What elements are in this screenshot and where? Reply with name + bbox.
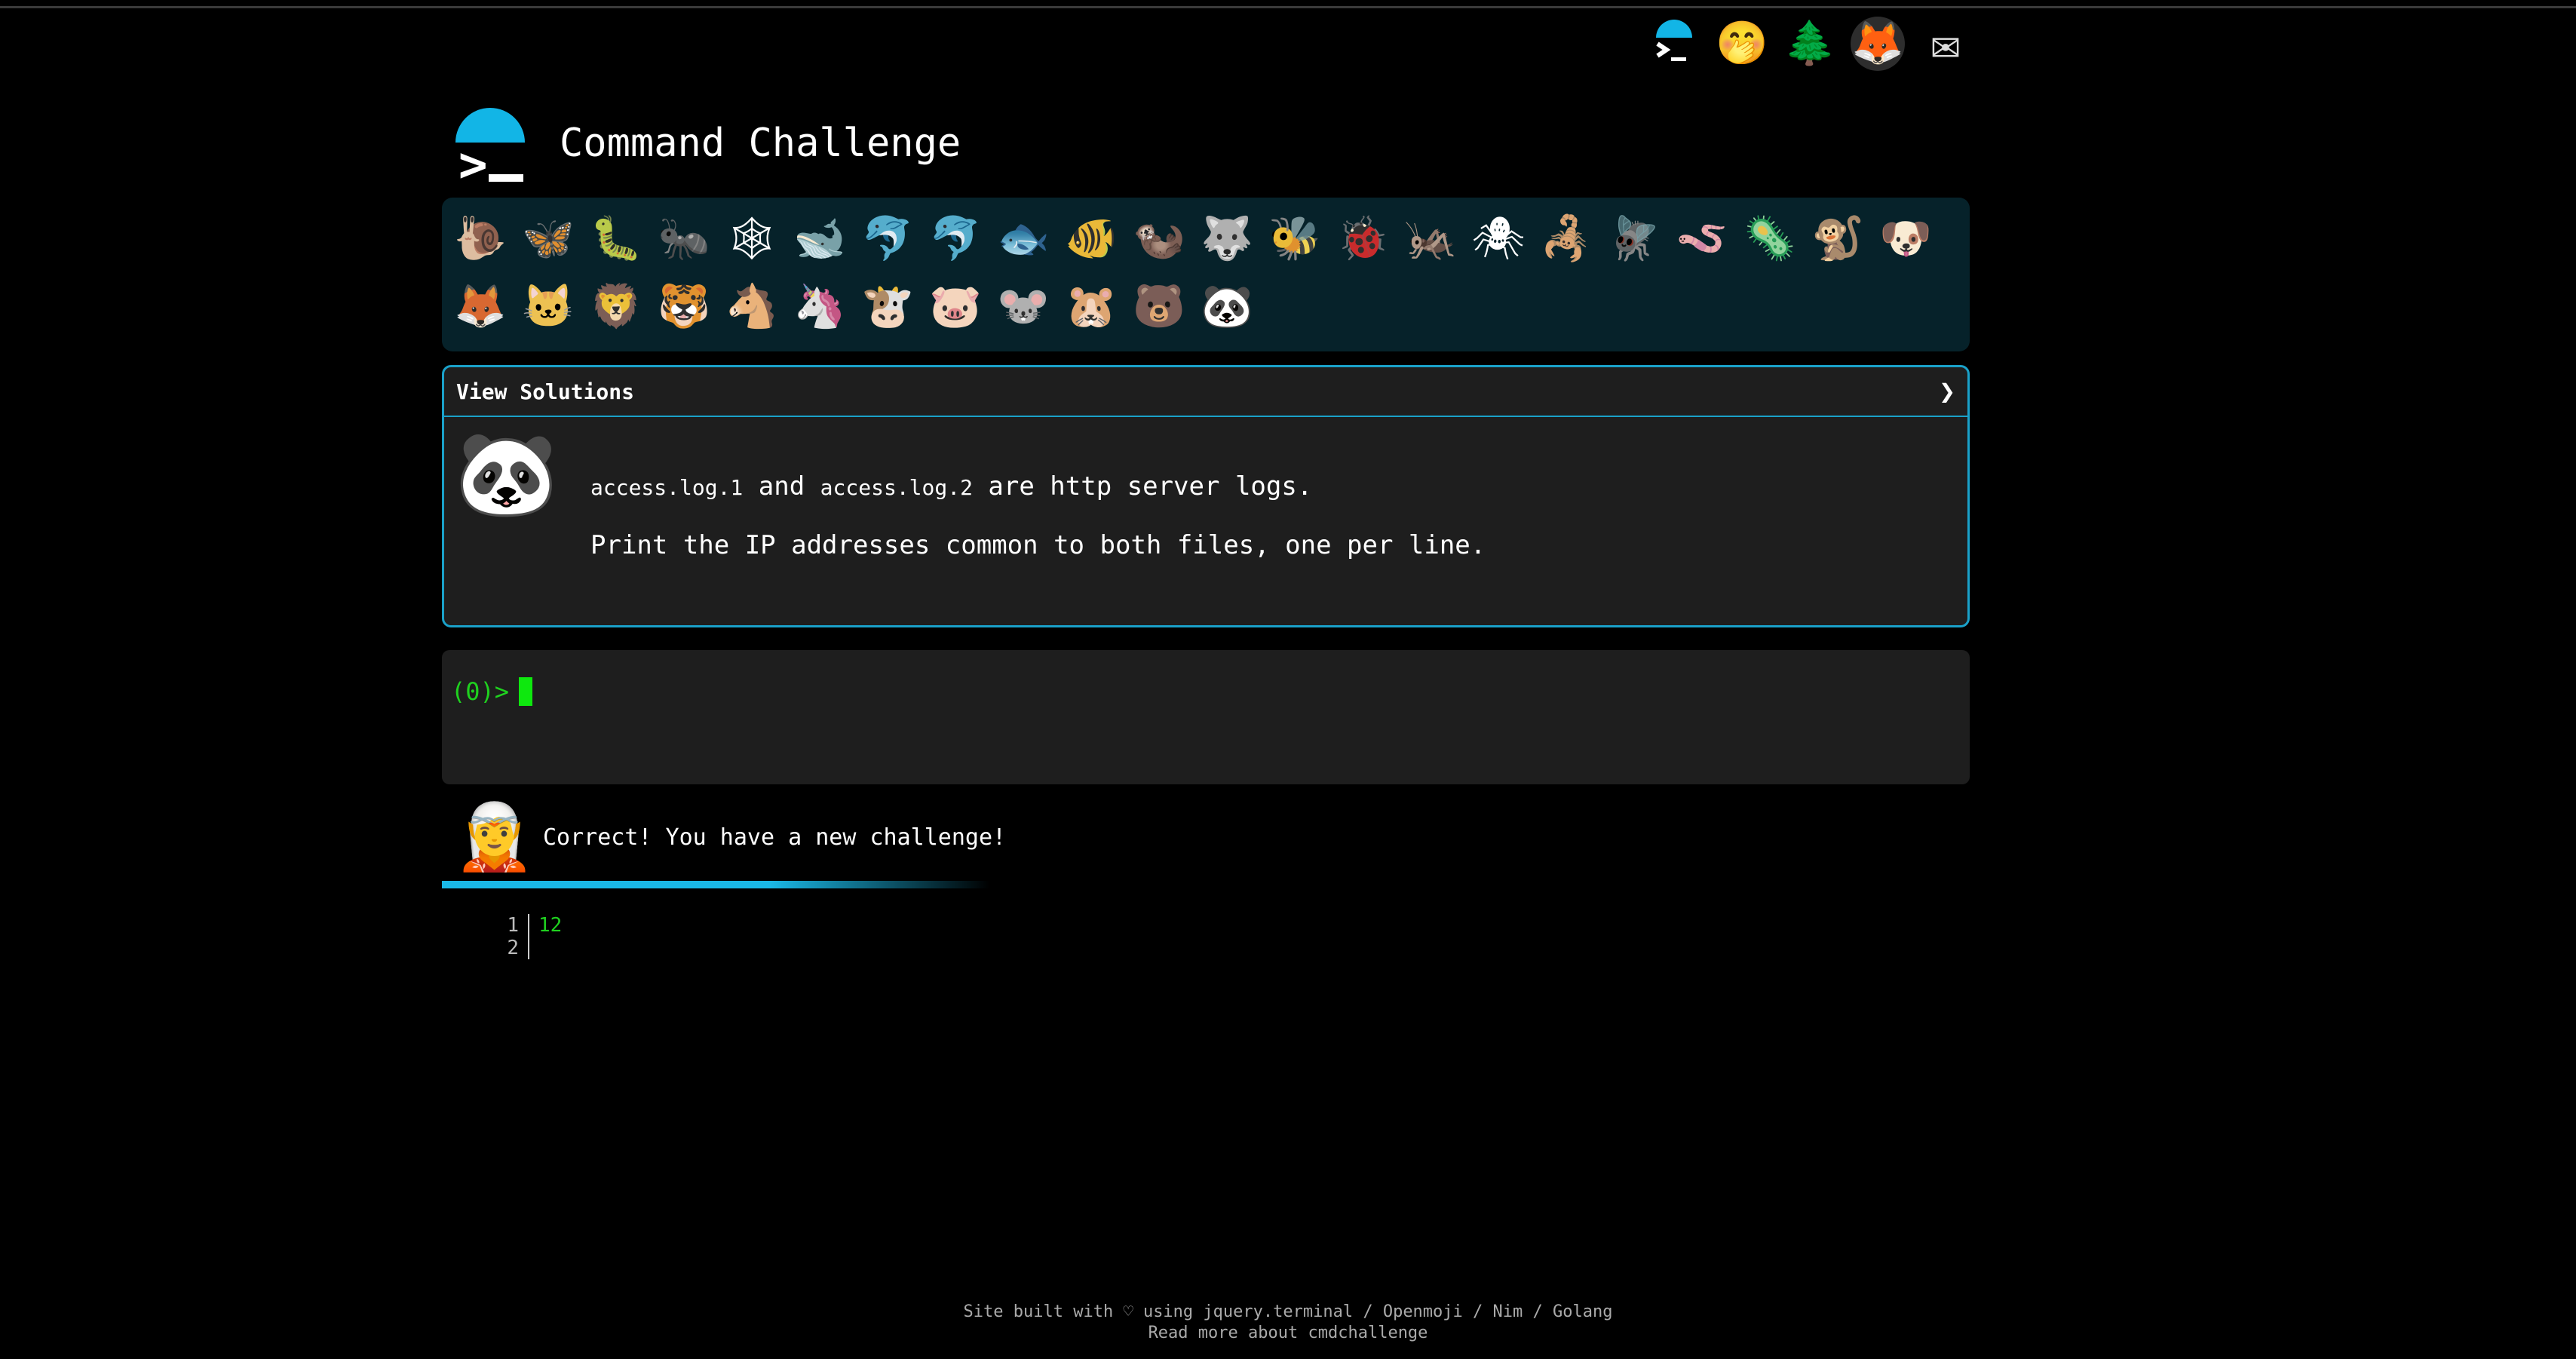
feedback-text: Correct! You have a new challenge!	[543, 824, 1007, 851]
conjunction-text: and	[743, 471, 820, 502]
challenge-animal-icon[interactable]: 🐒	[1810, 208, 1866, 270]
challenge-animal-icon[interactable]: 🪱	[1674, 208, 1730, 270]
challenge-animal-icon[interactable]: 🐌	[452, 208, 508, 270]
output-panel: 1 12 2	[442, 914, 1970, 967]
challenge-animal-icon[interactable]: 🐺	[1199, 208, 1255, 270]
challenge-animal-icon[interactable]: 🦊	[452, 276, 508, 338]
main-container: > Command Challenge 🐌 🦋 🐛 🐜 🕸 🐋 🐬 🐬 🐟 🐠 🦦 🐺 🐝 🐞 🦗 🕷 🦂 🪰 🪱 🦠…	[442, 90, 1970, 967]
shushing-face-icon[interactable]: 🤭	[1715, 17, 1769, 71]
challenge-animal-grid: 🐌 🦋 🐛 🐜 🕸 🐋 🐬 🐬 🐟 🐠 🦦 🐺 🐝 🐞 🦗 🕷 🦂 🪰 🪱 🦠 🐒 🐶 🦊 🐱 🦁 🐯 🐴 🦄 🐮 🐷 🐭 🐹 🐻 🐼	[442, 198, 1970, 351]
challenge-animal-icon[interactable]: 🐝	[1267, 208, 1323, 270]
challenge-animal-icon[interactable]: 🐯	[656, 276, 712, 338]
top-nav: 🤭 🌲 🦊 ✉	[1647, 14, 1973, 74]
terminal-prompt: (0)>	[451, 677, 510, 706]
challenge-line-1: access.log.1 and access.log.2 are http s…	[590, 471, 1486, 502]
challenge-animal-icon[interactable]: 🦦	[1131, 208, 1187, 270]
footer-about-link[interactable]: Read more about cmdchallenge	[0, 1323, 2576, 1344]
challenge-line-1-tail: are http server logs.	[972, 471, 1313, 502]
chevron-right-icon[interactable]: ❯	[1939, 376, 1955, 407]
challenge-description: access.log.1 and access.log.2 are http s…	[590, 432, 1486, 560]
footer: Site built with ♡ using jquery.terminal …	[0, 1302, 2576, 1344]
line-number: 1	[442, 914, 529, 937]
challenge-animal-icon[interactable]: 🦂	[1538, 208, 1594, 270]
challenge-animal-icon[interactable]: 🐹	[1063, 276, 1119, 338]
challenge-animal-icon[interactable]: 🐷	[928, 276, 983, 338]
output-line: 1 12	[442, 914, 1970, 937]
line-number: 2	[442, 937, 529, 959]
cmd-logo-icon[interactable]	[1647, 17, 1701, 71]
challenge-animal-icon[interactable]: 🐬	[928, 208, 983, 270]
page-title: Command Challenge	[560, 121, 961, 166]
challenge-animal-icon[interactable]: 🐱	[520, 276, 576, 338]
challenge-animal-icon[interactable]: 🐼	[1199, 276, 1255, 338]
header: > Command Challenge	[442, 90, 1970, 196]
challenge-animal-icon[interactable]: 🐻	[1131, 276, 1187, 338]
challenge-animal-icon[interactable]: 🦋	[520, 208, 576, 270]
gitlab-icon[interactable]: 🦊	[1851, 17, 1905, 71]
challenge-animal-icon[interactable]: 🐞	[1335, 208, 1391, 270]
challenge-animal-icon[interactable]: 🐭	[995, 276, 1051, 338]
challenge-animal-icon[interactable]: 🦄	[792, 276, 848, 338]
output-line: 2	[442, 937, 1970, 959]
file-name-2: access.log.2	[820, 475, 973, 500]
challenge-panel: View Solutions ❯ 🐼 access.log.1 and acce…	[442, 365, 1970, 627]
challenge-animal-icon[interactable]: 🐜	[656, 208, 712, 270]
view-solutions-header[interactable]: View Solutions ❯	[444, 367, 1967, 417]
challenge-animal-icon[interactable]: 🕷	[1470, 208, 1526, 270]
challenge-animal-icon[interactable]: 🐠	[1063, 208, 1119, 270]
cmd-challenge-logo-icon[interactable]: >	[455, 102, 528, 189]
challenge-animal-icon[interactable]: 🦠	[1742, 208, 1798, 270]
progress-bar	[442, 881, 1354, 888]
challenge-animal-icon[interactable]: 🐶	[1878, 208, 1934, 270]
challenge-animal-icon[interactable]: 🪰	[1606, 208, 1662, 270]
challenge-animal-icon[interactable]: 🐴	[724, 276, 780, 338]
challenge-animal-icon[interactable]: 🐬	[860, 208, 915, 270]
challenge-animal-icon[interactable]: 🐟	[995, 208, 1051, 270]
terminal-cursor	[519, 677, 532, 706]
file-name-1: access.log.1	[590, 475, 744, 500]
challenge-animal-icon[interactable]: 🐋	[792, 208, 848, 270]
output-value: 12	[538, 914, 563, 937]
challenge-animal-icon[interactable]: 🐛	[588, 208, 644, 270]
challenge-animal-icon[interactable]: 🐮	[860, 276, 915, 338]
challenge-animal-icon[interactable]: 🦁	[588, 276, 644, 338]
tree-icon[interactable]: 🌲	[1783, 17, 1837, 71]
top-divider	[0, 6, 2576, 8]
challenge-line-2: Print the IP addresses common to both fi…	[590, 530, 1486, 560]
feedback-message: 🧝 Correct! You have a new challenge!	[442, 801, 1970, 873]
footer-credits: Site built with ♡ using jquery.terminal …	[963, 1302, 1613, 1321]
challenge-animal-icon[interactable]: 🦗	[1403, 208, 1458, 270]
terminal-input[interactable]: (0)>	[442, 650, 1970, 784]
mail-icon[interactable]: ✉	[1918, 17, 1973, 71]
panda-avatar-icon: 🐼	[455, 425, 558, 522]
view-solutions-label[interactable]: View Solutions	[456, 379, 634, 404]
challenge-animal-icon[interactable]: 🕸	[724, 208, 780, 270]
elf-avatar-icon: 🧝	[454, 799, 535, 875]
